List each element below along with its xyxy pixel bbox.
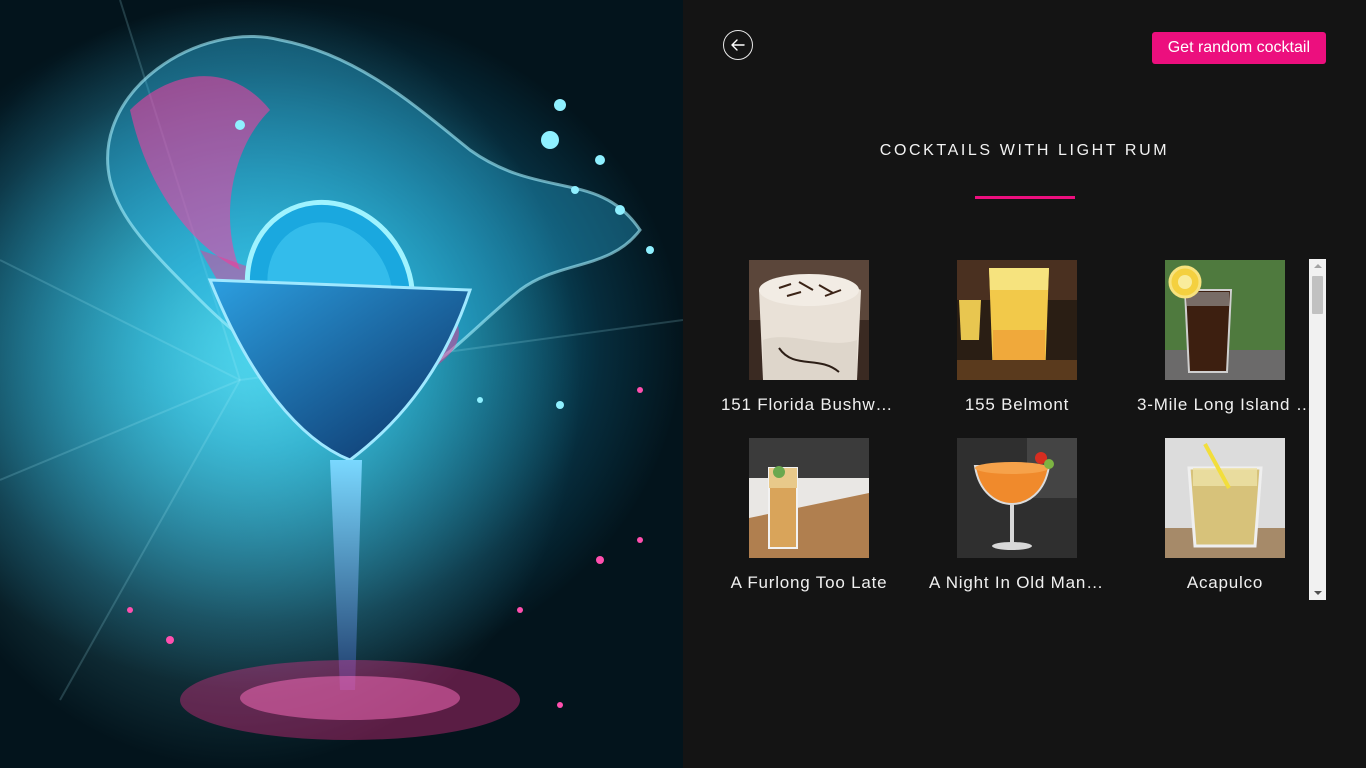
amber-highball-drink-icon bbox=[749, 438, 869, 558]
cocktail-thumbnail[interactable] bbox=[957, 260, 1077, 380]
splashing-martini-glass-icon bbox=[0, 0, 683, 768]
caret-down-icon bbox=[1313, 591, 1322, 595]
cocktail-list[interactable]: 151 Florida Bushwacker bbox=[705, 258, 1326, 600]
cocktail-thumbnail[interactable] bbox=[957, 438, 1077, 558]
cocktail-grid: 151 Florida Bushwacker bbox=[705, 258, 1326, 600]
get-random-cocktail-button[interactable]: Get random cocktail bbox=[1151, 32, 1326, 64]
app-root: Get random cocktail COCKTAILS WITH LIGHT… bbox=[0, 0, 1366, 768]
cocktail-card[interactable]: 155 Belmont bbox=[913, 258, 1121, 436]
cocktail-thumbnail[interactable] bbox=[1165, 438, 1285, 558]
scroll-down-arrow[interactable] bbox=[1309, 586, 1326, 600]
cocktail-name[interactable]: 3-Mile Long Island Iced Tea bbox=[1137, 395, 1313, 415]
cocktail-card[interactable]: 3-Mile Long Island Iced Tea bbox=[1121, 258, 1326, 436]
cocktail-card[interactable]: A Furlong Too Late bbox=[705, 436, 913, 600]
scroll-up-arrow[interactable] bbox=[1309, 259, 1326, 273]
chocolate-cream-drink-icon bbox=[749, 260, 869, 380]
cocktail-card[interactable]: 151 Florida Bushwacker bbox=[705, 258, 913, 436]
page-title: COCKTAILS WITH LIGHT RUM bbox=[879, 142, 1170, 159]
cocktail-list-scrollbar[interactable] bbox=[1309, 259, 1326, 600]
orange-coupe-cocktail-icon bbox=[957, 438, 1077, 558]
cocktail-name[interactable]: 151 Florida Bushwacker bbox=[721, 395, 897, 415]
title-underline bbox=[975, 196, 1075, 199]
cocktail-thumbnail[interactable] bbox=[749, 438, 869, 558]
caret-up-icon bbox=[1313, 264, 1322, 268]
cocktail-name[interactable]: Acapulco bbox=[1137, 573, 1313, 593]
orange-highball-drink-icon bbox=[957, 260, 1077, 380]
yellow-rocks-glass-drink-icon bbox=[1165, 438, 1285, 558]
cocktail-card[interactable]: Acapulco bbox=[1121, 436, 1326, 600]
iced-tea-with-lemon-icon bbox=[1165, 260, 1285, 380]
cocktail-name[interactable]: 155 Belmont bbox=[929, 395, 1105, 415]
cocktail-thumbnail[interactable] bbox=[1165, 260, 1285, 380]
back-button[interactable] bbox=[723, 30, 753, 60]
scroll-thumb[interactable] bbox=[1312, 276, 1323, 314]
cocktail-card[interactable]: A Night In Old Mandalay bbox=[913, 436, 1121, 600]
cocktail-name[interactable]: A Night In Old Mandalay bbox=[929, 573, 1105, 593]
cocktail-name[interactable]: A Furlong Too Late bbox=[721, 573, 897, 593]
cocktail-list-panel: Get random cocktail COCKTAILS WITH LIGHT… bbox=[683, 0, 1366, 768]
cocktail-thumbnail[interactable] bbox=[749, 260, 869, 380]
hero-cocktail-image bbox=[0, 0, 683, 768]
arrow-left-icon bbox=[731, 39, 745, 51]
